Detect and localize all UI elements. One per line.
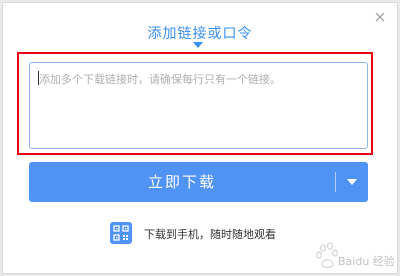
watermark-text: Baidu 经验 — [338, 254, 394, 268]
title-caret-icon — [193, 42, 203, 48]
chevron-down-icon — [347, 179, 357, 185]
link-input[interactable] — [29, 62, 368, 149]
download-options-dropdown[interactable] — [336, 162, 368, 202]
close-icon — [375, 12, 385, 22]
download-button-group: 立即下载 — [29, 162, 368, 202]
baidu-jingyan-watermark: Baidu 经验 — [314, 238, 395, 272]
qr-code-icon — [110, 222, 132, 244]
download-to-phone-label: 下载到手机，随时随地观看 — [144, 228, 276, 241]
download-now-button[interactable]: 立即下载 — [29, 162, 335, 202]
close-button[interactable] — [373, 9, 387, 23]
text-cursor — [38, 71, 39, 85]
dialog-title: 添加链接或口令 — [147, 26, 253, 42]
